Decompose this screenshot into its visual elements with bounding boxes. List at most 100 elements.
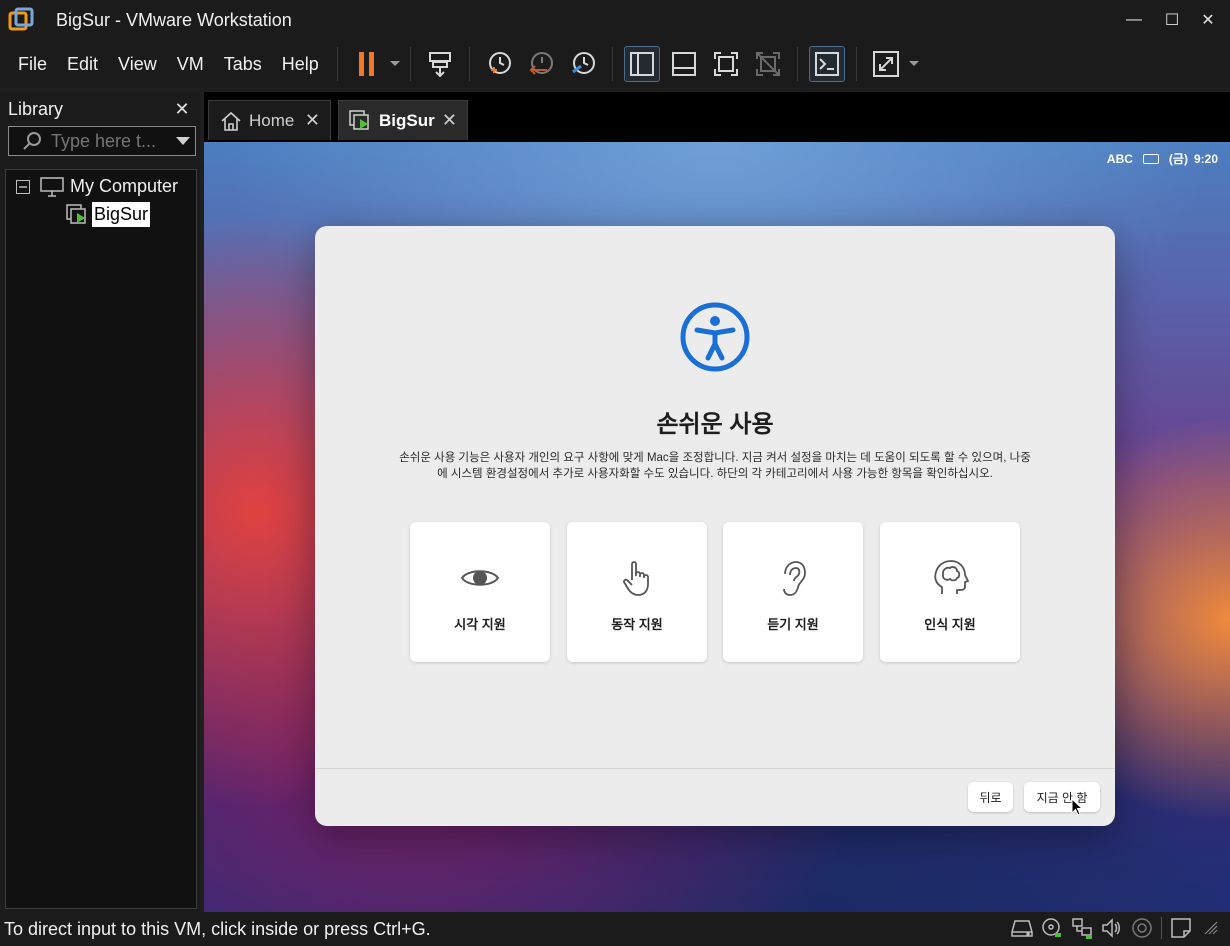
- library-title: Library: [8, 98, 64, 119]
- tab-vm-close-button[interactable]: ✕: [442, 110, 457, 131]
- library-close-button[interactable]: ✕: [172, 99, 192, 120]
- head-brain-icon: [934, 560, 970, 594]
- tree-label-vm: BigSur: [92, 202, 151, 227]
- category-cognitive-label: 인식 지원: [924, 617, 976, 632]
- home-icon: [219, 109, 243, 133]
- toolbar-separator: [409, 47, 411, 81]
- library-tree: My Computer BigSur: [5, 169, 197, 909]
- hard-disk-icon[interactable]: [1011, 917, 1033, 939]
- search-icon: [23, 132, 41, 150]
- minimize-button[interactable]: —: [1114, 6, 1154, 34]
- tab-vm-label: BigSur: [379, 110, 435, 130]
- category-hearing-card[interactable]: 듣기 지원: [723, 522, 863, 662]
- dialog-description: 손쉬운 사용 기능은 사용자 개인의 요구 사항에 맞게 Mac을 조정합니다.…: [399, 452, 1031, 480]
- unity-button[interactable]: [750, 46, 786, 82]
- chevron-down-icon[interactable]: [175, 136, 191, 146]
- notes-icon[interactable]: [1170, 917, 1192, 939]
- stretch-dropdown-caret[interactable]: [907, 46, 921, 82]
- tab-vm[interactable]: BigSur ✕: [338, 100, 468, 140]
- revert-snapshot-button[interactable]: [523, 46, 559, 82]
- status-separator: [1161, 917, 1162, 939]
- snapshot-icon: [488, 52, 511, 74]
- full-screen-button[interactable]: [708, 46, 744, 82]
- console-view-button[interactable]: [808, 46, 845, 82]
- category-hearing-label: 듣기 지원: [767, 617, 819, 632]
- thumbnail-layout-icon: [671, 52, 696, 76]
- usb-controller-icon[interactable]: [1131, 917, 1153, 939]
- tab-strip: Home ✕ BigSur ✕: [204, 92, 1230, 142]
- macos-menu-extras: ABC (금) 9:20: [1107, 150, 1218, 167]
- keyboard-icon: [1142, 153, 1159, 164]
- tab-home[interactable]: Home ✕: [208, 100, 331, 140]
- power-dropdown-caret[interactable]: [388, 46, 402, 82]
- clock-time[interactable]: 9:20: [1194, 152, 1218, 166]
- snapshot-manager-icon: [571, 52, 595, 74]
- maximize-button[interactable]: ☐: [1152, 6, 1192, 34]
- stretch-guest-button[interactable]: [868, 46, 904, 82]
- tree-item-vm[interactable]: BigSur: [66, 202, 151, 227]
- menu-file[interactable]: File: [0, 40, 57, 88]
- thumbnail-bar-button[interactable]: [666, 46, 702, 82]
- vm-running-icon: [66, 203, 86, 224]
- menu-tabs[interactable]: Tabs: [214, 40, 272, 88]
- category-motor-label: 동작 지원: [611, 617, 663, 632]
- sound-icon[interactable]: [1101, 917, 1123, 939]
- terminal-icon: [814, 52, 839, 76]
- library-search-box[interactable]: [8, 126, 196, 156]
- window-title: BigSur - VMware Workstation: [56, 9, 292, 30]
- status-bar: To direct input to this VM, click inside…: [0, 912, 1230, 946]
- library-panel: Library ✕ My Computer BigSur: [0, 92, 200, 912]
- snapshot-manager-button[interactable]: [565, 46, 601, 82]
- tab-home-close-button[interactable]: ✕: [305, 110, 320, 131]
- stretch-icon: [872, 51, 899, 77]
- library-search-input[interactable]: [51, 130, 175, 152]
- dialog-title: 손쉬운 사용: [656, 411, 774, 438]
- category-vision-card[interactable]: 시각 지원: [410, 522, 550, 662]
- status-message: To direct input to this VM, click inside…: [4, 918, 431, 939]
- pause-button[interactable]: [349, 46, 385, 82]
- full-screen-icon: [713, 52, 738, 76]
- accessibility-icon: [680, 302, 750, 372]
- back-button[interactable]: 뒤로: [968, 782, 1013, 812]
- resize-grip-icon[interactable]: [1200, 917, 1222, 939]
- tree-item-my-computer[interactable]: My Computer: [16, 176, 178, 197]
- category-motor-card[interactable]: 동작 지원: [567, 522, 707, 662]
- cd-dvd-icon[interactable]: [1041, 917, 1063, 939]
- menu-vm[interactable]: VM: [167, 40, 214, 88]
- vmware-logo-icon: [8, 7, 34, 31]
- category-cognitive-card[interactable]: 인식 지원: [880, 522, 1020, 662]
- tree-label-my-computer: My Computer: [70, 176, 179, 196]
- vm-running-icon: [349, 109, 373, 133]
- title-bar: BigSur - VMware Workstation — ☐ ✕: [0, 0, 1230, 40]
- toolbar-separator: [468, 47, 470, 81]
- eye-icon: [460, 570, 500, 586]
- device-status-icons: [1011, 917, 1222, 939]
- toolbar-separator: [611, 47, 613, 81]
- category-vision-label: 시각 지원: [454, 617, 506, 632]
- vm-display[interactable]: ABC (금) 9:20 손쉬운 사용 손쉬운 사용 기능은 사용자 개인의 요…: [204, 142, 1230, 912]
- show-library-button[interactable]: [623, 46, 660, 82]
- dialog-footer-divider: [315, 768, 1115, 769]
- revert-snapshot-icon: [529, 52, 553, 75]
- collapse-toggle-icon[interactable]: [16, 179, 30, 194]
- tab-home-label: Home: [249, 110, 295, 130]
- menu-edit[interactable]: Edit: [57, 40, 108, 88]
- toolbar-separator: [855, 47, 857, 81]
- pause-icon: [358, 52, 374, 76]
- ear-icon: [783, 561, 806, 596]
- unity-disabled-icon: [755, 52, 780, 76]
- clock-date: (금): [1168, 152, 1188, 166]
- mouse-cursor-icon: [1071, 798, 1083, 816]
- take-snapshot-button[interactable]: [481, 46, 517, 82]
- send-keys-icon: [428, 52, 451, 78]
- accessibility-setup-dialog: 손쉬운 사용 손쉬운 사용 기능은 사용자 개인의 요구 사항에 맞게 Mac을…: [315, 226, 1115, 826]
- menu-help[interactable]: Help: [272, 40, 329, 88]
- network-icon[interactable]: [1071, 917, 1093, 939]
- send-ctrl-alt-del-button[interactable]: [422, 46, 458, 82]
- close-button[interactable]: ✕: [1188, 6, 1228, 34]
- not-now-button[interactable]: 지금 안 함: [1024, 782, 1100, 812]
- input-source-label[interactable]: ABC: [1107, 152, 1133, 166]
- menu-view[interactable]: View: [108, 40, 167, 88]
- menu-bar: File Edit View VM Tabs Help: [0, 40, 1230, 88]
- computer-icon: [40, 176, 64, 197]
